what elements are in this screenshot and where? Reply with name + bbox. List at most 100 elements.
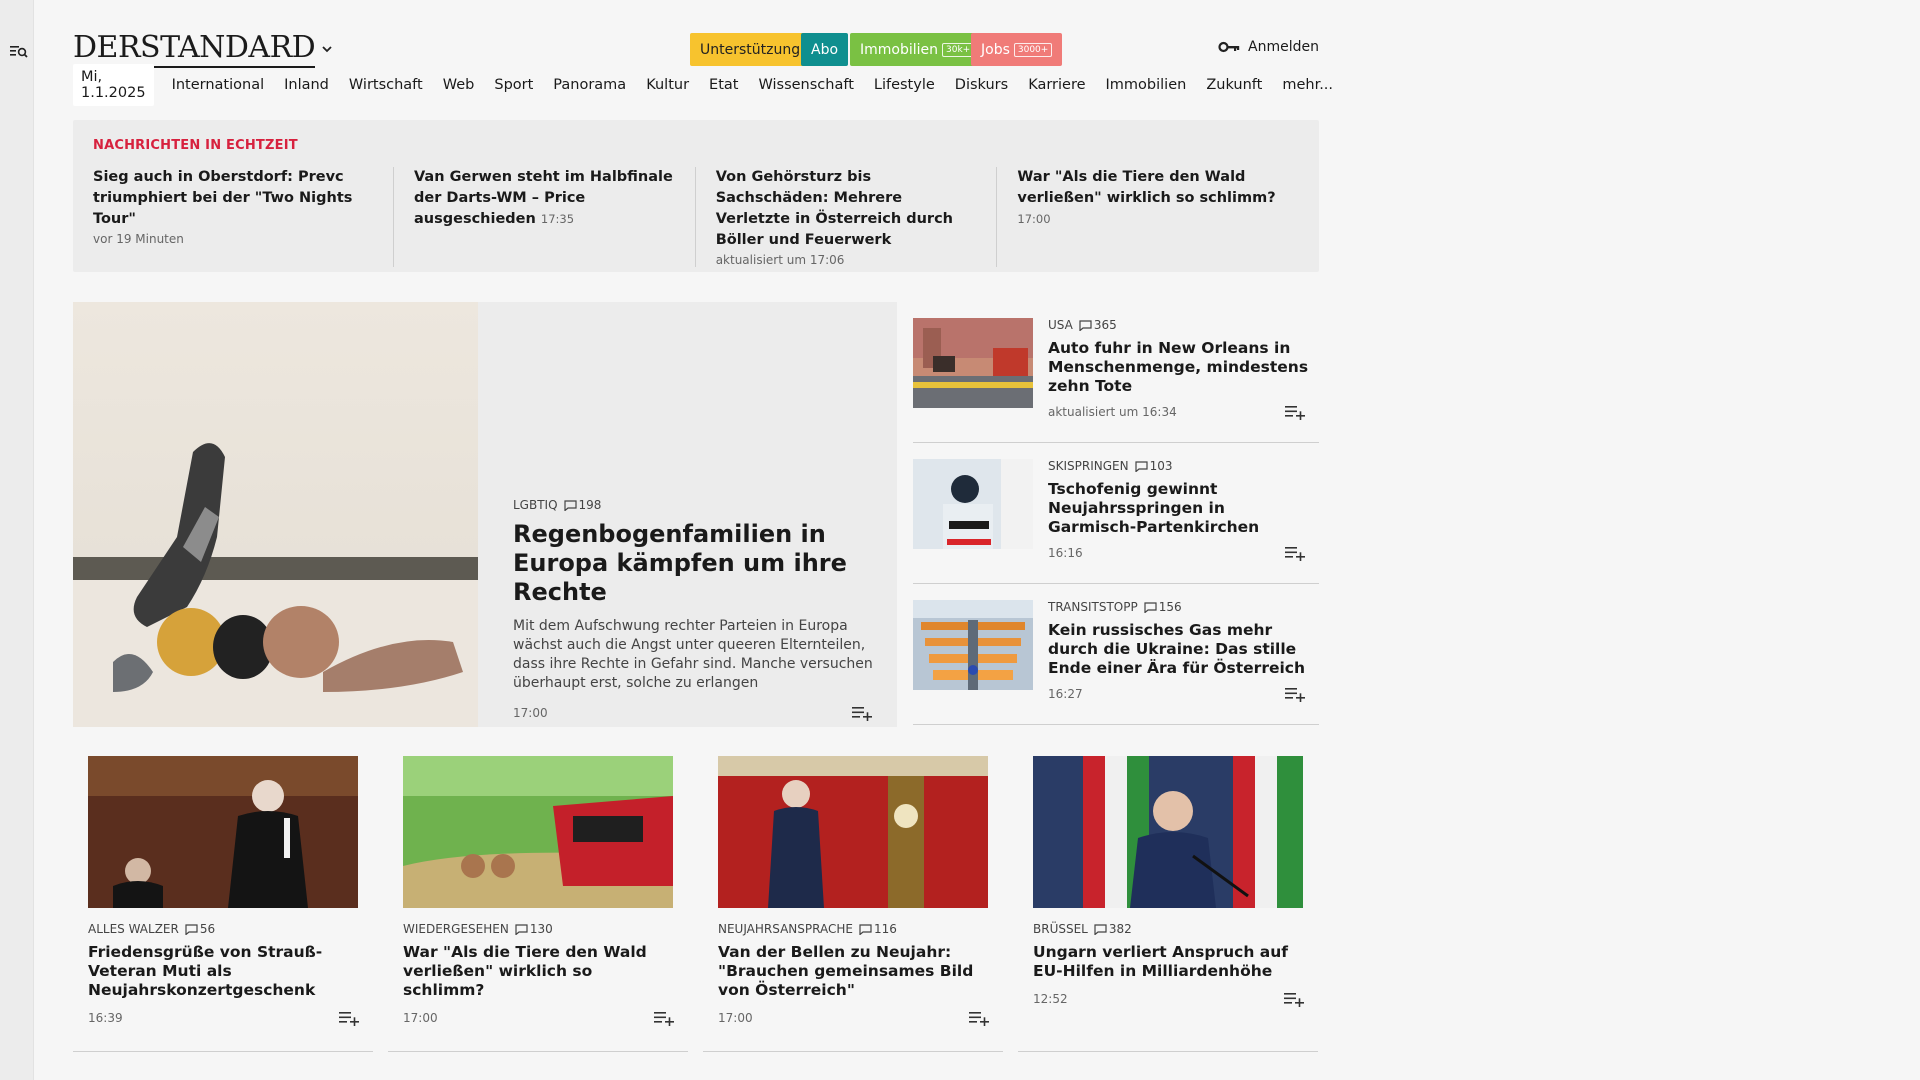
list-item[interactable]: USA 365 Auto fuhr in New Orleans in Mens… — [913, 302, 1319, 443]
hero-category[interactable]: LGBTIQ — [513, 498, 558, 512]
article-title[interactable]: Kein russisches Gas mehr durch die Ukrai… — [1048, 621, 1313, 678]
nav-item-sport[interactable]: Sport — [494, 77, 533, 93]
nav-item-panorama[interactable]: Panorama — [553, 77, 626, 93]
abo-button[interactable]: Abo — [801, 33, 849, 66]
comment-icon — [1144, 601, 1157, 613]
article-image[interactable] — [403, 756, 673, 908]
article-kicker: TRANSITSTOPP 156 — [1048, 600, 1313, 614]
add-to-list-icon[interactable] — [1284, 545, 1306, 561]
add-to-list-icon[interactable] — [968, 1010, 990, 1026]
article-title[interactable]: Friedensgrüße von Strauß-Veteran Muti al… — [88, 943, 360, 1000]
comment-count[interactable]: 130 — [515, 922, 553, 936]
nav-item-zukunft[interactable]: Zukunft — [1206, 77, 1262, 93]
comment-count[interactable]: 103 — [1134, 459, 1173, 473]
nav-item-international[interactable]: International — [172, 77, 265, 93]
nav-item-diskurs[interactable]: Diskurs — [955, 77, 1008, 93]
add-to-list-icon[interactable] — [338, 1010, 360, 1026]
article-time: 17:00 — [718, 1011, 753, 1025]
list-item[interactable]: TRANSITSTOPP 156 Kein russisches Gas meh… — [913, 584, 1319, 725]
nav-item-lifestyle[interactable]: Lifestyle — [874, 77, 935, 93]
article-image[interactable] — [913, 459, 1033, 549]
add-to-list-icon[interactable] — [1284, 404, 1306, 420]
nav-item-immobilien[interactable]: Immobilien — [1106, 77, 1187, 93]
immobilien-button[interactable]: Immobilien 30k+ — [850, 33, 985, 66]
nav-item-more[interactable]: mehr... — [1282, 77, 1333, 93]
nav-item-web[interactable]: Web — [443, 77, 475, 93]
article-title[interactable]: Van der Bellen zu Neujahr: "Brauchen gem… — [718, 943, 990, 1000]
article-category[interactable]: SKISPRINGEN — [1048, 459, 1129, 473]
ticker-item[interactable]: Sieg auch in Oberstdorf: Prevc triumphie… — [93, 167, 394, 267]
comment-count-value: 365 — [1093, 318, 1117, 332]
comment-count[interactable]: 56 — [185, 922, 215, 936]
article-image[interactable] — [88, 756, 358, 908]
article-image[interactable] — [913, 318, 1033, 408]
article-image[interactable] — [913, 600, 1033, 690]
article-time: 16:16 — [1048, 546, 1083, 560]
immobilien-count-badge: 30k+ — [942, 42, 975, 57]
comment-count-value: 103 — [1149, 459, 1173, 473]
hero-article[interactable]: LGBTIQ 198 Regenbogenfamilien in Europa … — [73, 302, 897, 727]
article-category[interactable]: ALLES WALZER — [88, 922, 179, 936]
add-to-list-icon[interactable] — [851, 705, 873, 721]
article-title[interactable]: Ungarn verliert Anspruch auf EU-Hilfen i… — [1033, 943, 1305, 981]
list-item[interactable]: SKISPRINGEN 103 Tschofenig gewinnt Neuja… — [913, 443, 1319, 584]
hero-text: LGBTIQ 198 Regenbogenfamilien in Europa … — [513, 498, 873, 721]
article-category[interactable]: WIEDERGESEHEN — [403, 922, 509, 936]
ticker-item[interactable]: War "Als die Tiere den Wald verließen" w… — [997, 167, 1299, 267]
article-card[interactable]: NEUJAHRSANSPRACHE 116 Van der Bellen zu … — [703, 756, 1003, 1052]
side-list: USA 365 Auto fuhr in New Orleans in Mens… — [913, 302, 1319, 725]
ticker-item[interactable]: Von Gehörsturz bis Sachschäden: Mehrere … — [696, 167, 998, 267]
article-card[interactable]: BRÜSSEL 382 Ungarn verliert Anspruch auf… — [1018, 756, 1318, 1052]
support-button[interactable]: Unterstützung — [690, 33, 811, 66]
nav-item-karriere[interactable]: Karriere — [1028, 77, 1085, 93]
article-time: aktualisiert um 16:34 — [1048, 405, 1177, 419]
article-card[interactable]: WIEDERGESEHEN 130 War "Als die Tiere den… — [388, 756, 688, 1052]
comment-count-value: 382 — [1108, 922, 1132, 936]
add-to-list-icon[interactable] — [653, 1010, 675, 1026]
nav-item-wissenschaft[interactable]: Wissenschaft — [758, 77, 853, 93]
add-to-list-icon[interactable] — [1284, 686, 1306, 702]
nav-item-etat[interactable]: Etat — [709, 77, 738, 93]
article-title[interactable]: Auto fuhr in New Orleans in Menschenmeng… — [1048, 339, 1313, 396]
hero-image[interactable] — [73, 302, 478, 727]
nav-item-kultur[interactable]: Kultur — [646, 77, 689, 93]
article-category[interactable]: USA — [1048, 318, 1073, 332]
article-title[interactable]: War "Als die Tiere den Wald verließen" w… — [403, 943, 675, 1000]
article-kicker: ALLES WALZER 56 — [88, 922, 360, 936]
article-grid: ALLES WALZER 56 Friedensgrüße von Strauß… — [73, 727, 1319, 1069]
comment-icon — [1134, 460, 1148, 472]
nav-item-inland[interactable]: Inland — [284, 77, 329, 93]
comment-icon — [185, 923, 198, 935]
hero-time: 17:00 — [513, 706, 548, 720]
site-logo[interactable]: DERSTANDARD — [73, 30, 316, 68]
comment-count[interactable]: 198 — [563, 498, 601, 512]
article-kicker: USA 365 — [1048, 318, 1313, 332]
article-title[interactable]: Tschofenig gewinnt Neujahrsspringen in G… — [1048, 480, 1313, 537]
article-card[interactable]: ALLES WALZER 56 Friedensgrüße von Strauß… — [73, 756, 373, 1052]
article-category[interactable]: BRÜSSEL — [1033, 922, 1088, 936]
article-kicker: NEUJAHRSANSPRACHE 116 — [718, 922, 990, 936]
ticker-item[interactable]: Van Gerwen steht im Halbfinale der Darts… — [394, 167, 696, 267]
menu-search-icon[interactable] — [10, 44, 28, 60]
article-category[interactable]: NEUJAHRSANSPRACHE — [718, 922, 853, 936]
add-to-list-icon[interactable] — [1283, 991, 1305, 1007]
comment-count[interactable]: 365 — [1079, 318, 1117, 332]
ticker-headline: Von Gehörsturz bis Sachschäden: Mehrere … — [715, 169, 953, 248]
nav-item-wirtschaft[interactable]: Wirtschaft — [349, 77, 423, 93]
comment-count[interactable]: 116 — [859, 922, 897, 936]
comment-count-value: 156 — [1158, 600, 1182, 614]
ticker-subline: vor 19 Minuten — [93, 232, 184, 246]
comment-icon — [515, 923, 528, 935]
jobs-button[interactable]: Jobs 3000+ — [971, 33, 1063, 66]
comment-count[interactable]: 156 — [1144, 600, 1182, 614]
top-stories: LGBTIQ 198 Regenbogenfamilien in Europa … — [73, 302, 1319, 727]
hero-title[interactable]: Regenbogenfamilien in Europa kämpfen um … — [513, 520, 873, 607]
article-category[interactable]: TRANSITSTOPP — [1048, 600, 1138, 614]
comment-count[interactable]: 382 — [1094, 922, 1132, 936]
article-image[interactable] — [1033, 756, 1303, 908]
chevron-down-icon[interactable] — [320, 42, 334, 56]
ticker-time: 17:35 — [540, 212, 575, 226]
login-button[interactable]: Anmelden — [1218, 39, 1319, 55]
article-image[interactable] — [718, 756, 988, 908]
login-label: Anmelden — [1248, 39, 1319, 55]
